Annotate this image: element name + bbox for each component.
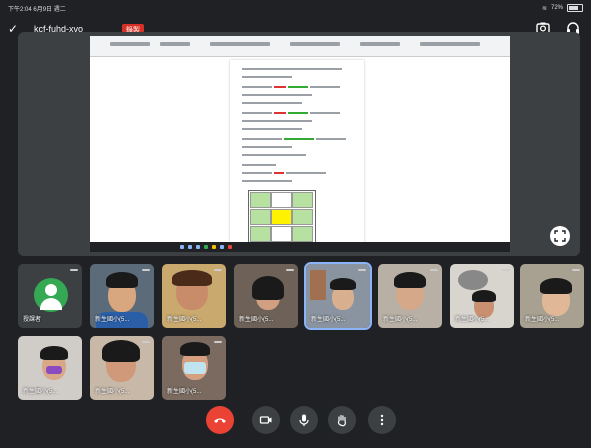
fullscreen-icon[interactable] — [550, 226, 570, 246]
shared-taskbar — [90, 242, 510, 252]
participant-tile[interactable]: 新生國小(5... — [162, 336, 226, 400]
shared-doc-toolbar — [90, 36, 510, 57]
tile-menu-icon[interactable] — [142, 341, 150, 343]
battery-percent: 72% — [550, 5, 563, 11]
participant-name: 新生國小(5... — [95, 317, 130, 323]
tile-menu-icon[interactable] — [430, 269, 438, 271]
status-date: 6月9日 週二 — [33, 7, 66, 13]
tile-menu-icon[interactable] — [142, 269, 150, 271]
participant-tile[interactable]: 新生國小(5... — [90, 336, 154, 400]
participant-tile[interactable]: 授課者 — [18, 264, 82, 328]
shared-doc-page — [230, 60, 364, 244]
hand-icon — [337, 414, 346, 427]
system-status-bar: 下午2:04 6月9日 週二 ≋ 72% — [0, 0, 591, 14]
call-controls — [0, 400, 591, 448]
raise-hand-button[interactable] — [328, 406, 356, 434]
status-time: 下午2:04 — [8, 7, 32, 13]
participant-name: 新生國小(5... — [239, 317, 274, 323]
participant-tile[interactable]: 新生國小(5... — [162, 264, 226, 328]
shared-doc-table — [248, 190, 316, 244]
participant-name: 新生國小(5... — [525, 317, 560, 323]
tile-menu-icon[interactable] — [572, 269, 580, 271]
participant-tile[interactable]: 新生國小(5... — [234, 264, 298, 328]
video-icon — [259, 416, 272, 424]
participant-name: 新生國小(5... — [167, 317, 202, 323]
participant-tile[interactable]: 新生國小(5... — [450, 264, 514, 328]
presentation-stage — [18, 32, 580, 256]
status-time-date: 下午2:04 6月9日 週二 — [8, 4, 66, 13]
mic-toggle-button[interactable] — [290, 406, 318, 434]
tile-menu-icon[interactable] — [358, 269, 366, 271]
battery-icon — [567, 4, 583, 12]
participant-name: 新生國小(5... — [455, 317, 490, 323]
more-vert-icon — [380, 414, 384, 426]
avatar — [34, 278, 68, 312]
participant-name: 新生國小(5... — [95, 389, 130, 395]
participant-name: 新生國小(5... — [167, 389, 202, 395]
tile-menu-icon[interactable] — [70, 341, 78, 343]
participant-tile[interactable]: 新生國小(5... — [378, 264, 442, 328]
end-call-icon — [214, 418, 226, 423]
tile-menu-icon[interactable] — [214, 269, 222, 271]
more-options-button[interactable] — [368, 406, 396, 434]
mic-icon — [299, 414, 309, 426]
status-right: ≋ 72% — [542, 4, 583, 12]
participant-tile[interactable]: 新生國小(5... — [520, 264, 584, 328]
end-call-button[interactable] — [206, 406, 234, 434]
participant-tile[interactable]: 新生國小(5... — [90, 264, 154, 328]
participant-tile-active[interactable]: 新生國小(5... — [304, 262, 372, 330]
wifi-icon: ≋ — [541, 5, 547, 12]
participant-name: 新生國小(5... — [311, 317, 346, 323]
camera-toggle-button[interactable] — [252, 406, 280, 434]
chevron-icon[interactable]: ✓ — [8, 22, 18, 36]
participant-name: 新生國小(5... — [383, 317, 418, 323]
participant-name: 授課者 — [23, 317, 42, 323]
tile-menu-icon[interactable] — [214, 341, 222, 343]
shared-screen — [90, 36, 510, 252]
tile-menu-icon[interactable] — [70, 269, 78, 271]
tile-menu-icon[interactable] — [286, 269, 294, 271]
participant-name: 新生國小(5... — [23, 389, 58, 395]
participant-tile[interactable]: 新生國小(5... — [18, 336, 82, 400]
tile-menu-icon[interactable] — [502, 269, 510, 271]
